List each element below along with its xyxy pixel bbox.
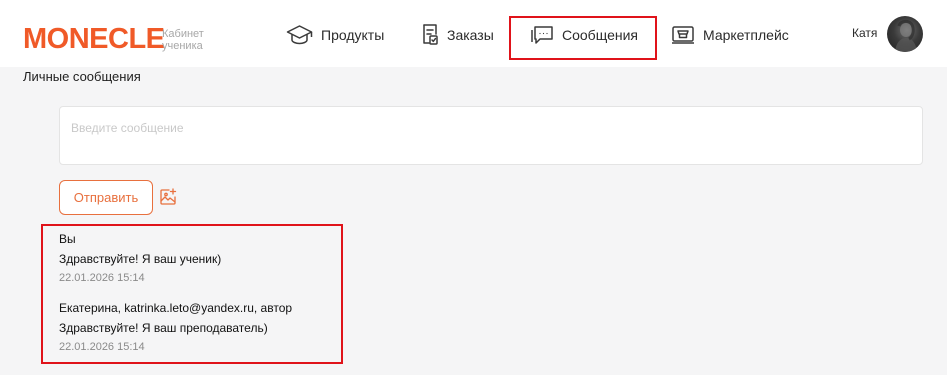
message-author: Екатерина, katrinka.leto@yandex.ru, авто… (59, 301, 293, 315)
nav-item-messages[interactable]: Сообщения (530, 21, 638, 49)
message-timestamp: 22.01.2026 15:14 (59, 272, 145, 284)
nav-item-products[interactable]: Продукты (286, 21, 384, 49)
brand-logo[interactable]: MONECLE (23, 25, 165, 54)
nav-item-marketplace[interactable]: Маркетплейс (671, 21, 789, 49)
chat-bubble-icon (530, 24, 554, 46)
storefront-laptop-icon (671, 24, 695, 46)
brand-subtitle: Кабинет ученика (162, 28, 204, 52)
order-list-icon (421, 23, 439, 47)
top-header: MONECLE Кабинет ученика Продукты Заказы … (0, 0, 947, 67)
message-input[interactable] (59, 106, 923, 165)
brand-subtitle-line1: Кабинет (162, 28, 204, 40)
image-add-icon[interactable] (159, 188, 177, 206)
message-list: Вы Здравствуйте! Я ваш ученик) 22.01.202… (59, 229, 359, 356)
message-author: Вы (59, 232, 76, 246)
nav-item-label: Заказы (447, 27, 494, 43)
message-text: Здравствуйте! Я ваш ученик) (59, 252, 222, 266)
brand-subtitle-line2: ученика (162, 40, 203, 52)
nav-item-orders[interactable]: Заказы (421, 21, 494, 49)
message-text: Здравствуйте! Я ваш преподаватель) (59, 321, 268, 335)
send-button[interactable]: Отправить (59, 180, 153, 215)
message-item: Екатерина, katrinka.leto@yandex.ru, авто… (59, 298, 359, 356)
graduation-cap-icon (286, 24, 313, 46)
message-item: Вы Здравствуйте! Я ваш ученик) 22.01.202… (59, 229, 359, 287)
user-name[interactable]: Катя (852, 26, 877, 40)
page-title: Личные сообщения (23, 69, 141, 84)
nav-item-label: Продукты (321, 27, 385, 43)
nav-item-label: Маркетплейс (703, 27, 789, 43)
message-timestamp: 22.01.2026 15:14 (59, 341, 145, 353)
avatar[interactable] (887, 16, 923, 52)
nav-item-label: Сообщения (562, 27, 638, 43)
